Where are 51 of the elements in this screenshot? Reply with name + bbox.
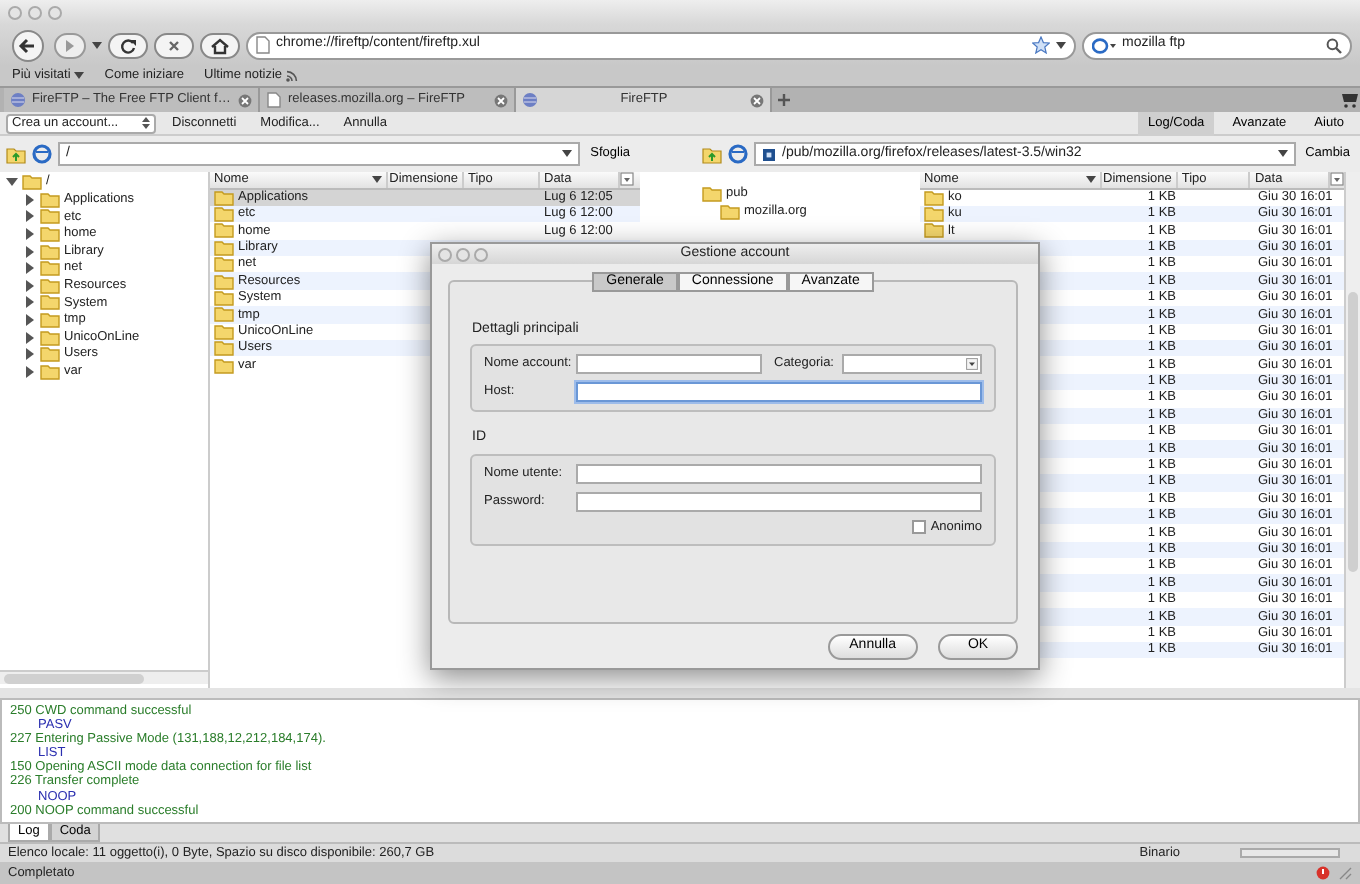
close-icon[interactable] [750,93,764,107]
resize-grip-icon [1338,866,1352,880]
collapsed-arrow-icon[interactable] [24,245,36,258]
collapsed-arrow-icon[interactable] [24,210,36,223]
search-icon[interactable] [1326,37,1342,53]
caret-icon [1277,150,1288,158]
caret-icon [562,150,573,158]
collapsed-arrow-icon[interactable] [24,279,36,292]
checkbox[interactable] [912,520,927,535]
dropdown-field[interactable] [842,354,982,375]
collapsed-arrow-icon[interactable] [24,228,36,241]
column-picker-icon[interactable] [1330,172,1344,186]
column-picker-icon[interactable] [620,172,634,186]
page-icon [266,92,282,108]
forward-button[interactable] [54,31,86,59]
expanded-arrow-icon[interactable] [6,176,18,189]
input-field[interactable] [576,463,982,484]
caret-icon [1056,41,1066,49]
collapsed-arrow-icon[interactable] [24,262,36,275]
collapsed-arrow-icon[interactable] [24,296,36,309]
collapsed-arrow-icon[interactable] [24,365,36,378]
page-icon [256,36,270,54]
input-field[interactable] [576,382,982,403]
reload-button[interactable] [108,31,148,59]
parent-folder-icon[interactable] [6,145,26,163]
caret-icon [92,41,102,49]
vertical-scrollbar[interactable] [1344,172,1360,688]
server-icon [762,147,776,161]
stop-button[interactable] [154,31,194,59]
collapsed-arrow-icon[interactable] [24,314,36,327]
new-tab-icon[interactable] [772,90,796,110]
star-icon[interactable] [1032,36,1050,54]
collapsed-arrow-icon[interactable] [24,331,36,344]
close-icon[interactable] [238,93,252,107]
dropdown-arrow-icon [966,358,978,371]
feed-icon [286,69,299,82]
stepper-icon [142,116,150,130]
home-button[interactable] [200,31,240,59]
collapsed-arrow-icon[interactable] [24,348,36,361]
error-icon[interactable] [1316,866,1330,880]
horizontal-scrollbar[interactable] [0,670,208,684]
input-field[interactable] [576,354,762,375]
globe-icon [10,92,26,108]
close-icon[interactable] [494,93,508,107]
globe-icon [522,92,538,108]
parent-folder-icon[interactable] [702,145,722,163]
collapsed-arrow-icon[interactable] [24,193,36,206]
search-engine-icon [1092,37,1116,53]
input-field[interactable] [576,491,982,512]
back-button[interactable] [8,29,48,61]
caret-icon [74,71,85,80]
